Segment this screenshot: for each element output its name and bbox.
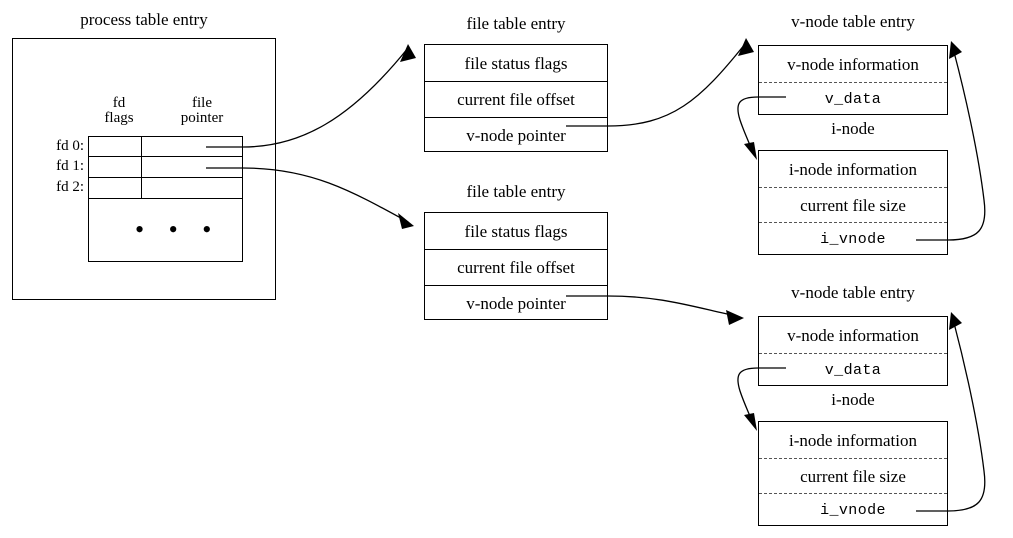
file-table-row-label: v-node pointer [466, 294, 566, 313]
inode-row-label: i-node information [789, 159, 917, 179]
inode-row-label: i-node information [789, 430, 917, 450]
file-table-row-file-offset[interactable]: current file offset [425, 81, 607, 117]
process-table-caption: process table entry [80, 10, 208, 29]
table-row[interactable] [89, 178, 242, 199]
arrowhead [400, 44, 416, 62]
file-table-row-label: file status flags [464, 53, 568, 73]
fd-table: • • • [88, 136, 243, 262]
arrowhead [744, 413, 757, 431]
fd-row-label-2: fd 2: [56, 179, 84, 195]
fd-column-divider [141, 137, 142, 199]
inode-row-file-size[interactable]: current file size [759, 458, 947, 493]
arrowhead [398, 213, 414, 229]
file-table-row-label: v-node pointer [466, 126, 566, 145]
inode-box-0: i-node information current file size i_v… [758, 150, 948, 255]
inode-row-information[interactable]: i-node information [759, 151, 947, 187]
fd-row-label-0: fd 0: [56, 138, 84, 154]
i-vnode-to-vnode-arrow-0 [947, 51, 986, 241]
file-table-row-vnode-pointer[interactable]: v-node pointer [425, 285, 607, 321]
column-header-file-pointer: file pointer [162, 96, 242, 126]
file-table-row-label: current file offset [457, 90, 575, 109]
kernel-file-structures-diagram: process table entry fd flags file pointe… [0, 0, 1013, 538]
vnode-row-label: v_data [824, 362, 882, 379]
arrowhead [949, 41, 962, 59]
vnode-table-caption-0: v-node table entry [791, 12, 915, 31]
file-table-row-status-flags[interactable]: file status flags [425, 213, 607, 249]
vnode-table-entry-0: v-node information v_data [758, 45, 948, 115]
v-data-to-inode-arrow-0 [737, 96, 759, 151]
file-table-row-status-flags[interactable]: file status flags [425, 45, 607, 81]
vnode-row-label: v-node information [787, 325, 919, 345]
file-table-row-file-offset[interactable]: current file offset [425, 249, 607, 285]
file-table-caption-1: file table entry [466, 182, 566, 201]
column-header-file-pointer-line1: file [192, 95, 212, 111]
column-header-fd-flags-line1: fd [112, 95, 126, 111]
vnode-row-v-data[interactable]: v_data [759, 82, 947, 116]
vnode-pointer-to-vnode-arrow-1 [607, 295, 737, 317]
column-header-fd-flags: fd flags [88, 96, 150, 126]
vnode-row-v-data[interactable]: v_data [759, 353, 947, 387]
column-header-file-pointer-line2: pointer [180, 110, 224, 126]
file-table-entry-0: file status flags current file offset v-… [424, 44, 608, 152]
vnode-table-caption-1: v-node table entry [791, 283, 915, 302]
arrowhead [744, 142, 757, 160]
table-row[interactable] [89, 137, 242, 157]
vnode-row-information[interactable]: v-node information [759, 46, 947, 82]
inode-caption-1: i-node [831, 390, 875, 409]
vnode-table-entry-1: v-node information v_data [758, 316, 948, 386]
arrowhead [949, 312, 962, 330]
file-table-entry-1: file status flags current file offset v-… [424, 212, 608, 320]
inode-caption-0: i-node [831, 119, 875, 138]
inode-row-label: current file size [800, 466, 906, 486]
table-row[interactable] [89, 157, 242, 178]
i-vnode-to-vnode-arrow-1 [947, 322, 986, 512]
arrowhead [726, 310, 744, 325]
inode-row-i-vnode[interactable]: i_vnode [759, 493, 947, 527]
fd-row-label-1: fd 1: [56, 158, 84, 174]
inode-box-1: i-node information current file size i_v… [758, 421, 948, 526]
fd-table-ellipsis: • • • [135, 215, 221, 244]
vnode-row-information[interactable]: v-node information [759, 317, 947, 353]
inode-row-label: i_vnode [820, 231, 886, 248]
file-table-caption-0: file table entry [466, 14, 566, 33]
inode-row-i-vnode[interactable]: i_vnode [759, 222, 947, 256]
vnode-pointer-to-vnode-arrow-0 [607, 43, 746, 127]
inode-row-label: current file size [800, 195, 906, 215]
vnode-row-label: v_data [824, 91, 882, 108]
arrowhead [738, 38, 754, 56]
column-header-fd-flags-line2: flags [104, 110, 134, 126]
file-table-row-label: file status flags [464, 221, 568, 241]
inode-row-file-size[interactable]: current file size [759, 187, 947, 222]
file-table-row-label: current file offset [457, 258, 575, 277]
inode-row-label: i_vnode [820, 502, 886, 519]
file-table-row-vnode-pointer[interactable]: v-node pointer [425, 117, 607, 153]
inode-row-information[interactable]: i-node information [759, 422, 947, 458]
v-data-to-inode-arrow-1 [737, 367, 759, 422]
vnode-row-label: v-node information [787, 54, 919, 74]
